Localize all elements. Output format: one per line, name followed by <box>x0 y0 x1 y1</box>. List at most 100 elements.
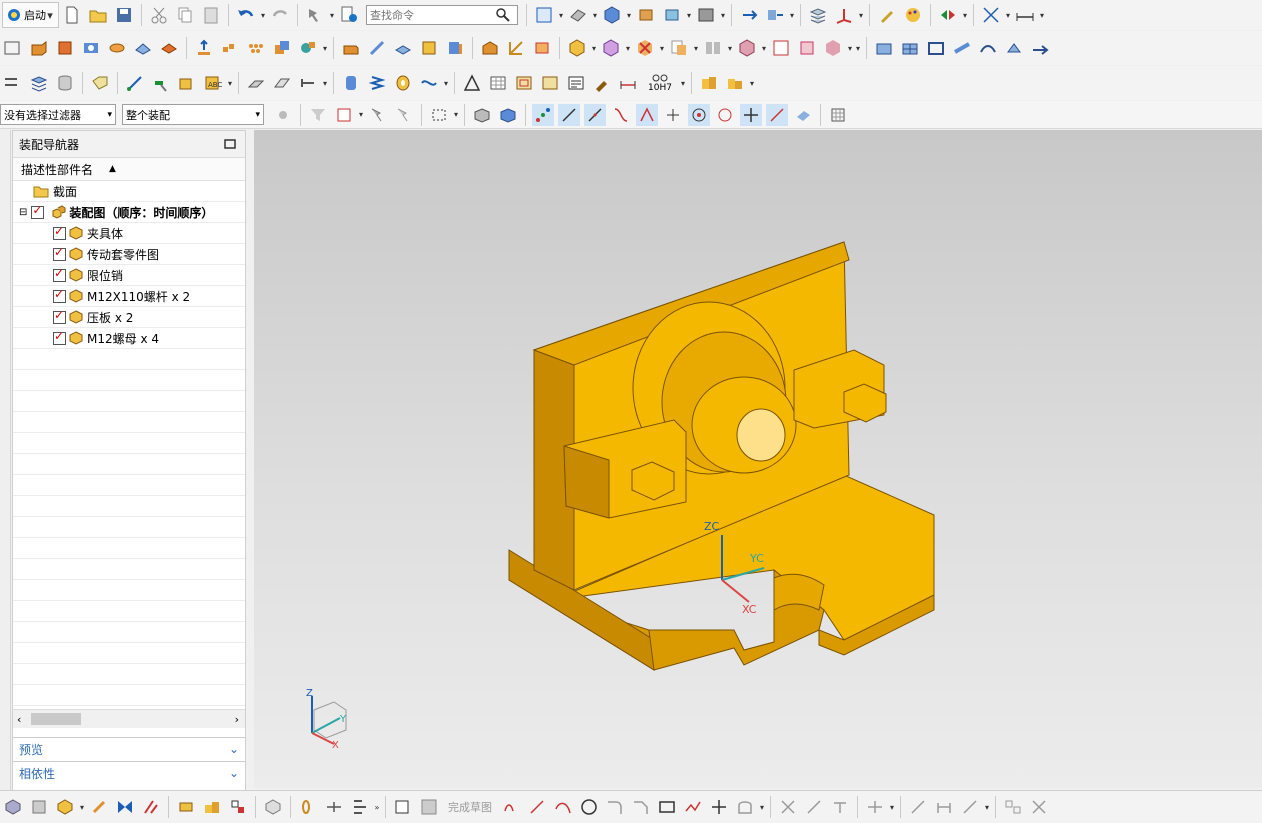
tree-row-child[interactable]: M12X110螺杆 x 2 <box>13 286 245 307</box>
snap-tangent-icon[interactable] <box>662 104 684 126</box>
finish-sketch-icon[interactable] <box>418 796 440 818</box>
chamfer-icon[interactable] <box>366 37 388 59</box>
line-icon[interactable] <box>526 796 548 818</box>
tree-row-child[interactable]: M12螺母 x 4 <box>13 328 245 349</box>
redo-icon[interactable] <box>269 4 291 26</box>
mirror-assembly-icon[interactable] <box>702 37 724 59</box>
chevron-down-icon[interactable]: ▾ <box>590 44 598 53</box>
snap-endpoint-icon[interactable] <box>558 103 580 126</box>
chevron-down-icon[interactable]: ▾ <box>788 11 796 20</box>
chevron-down-icon[interactable]: ▾ <box>1004 11 1012 20</box>
automatic-constraint-icon[interactable] <box>1002 796 1024 818</box>
show-constraints-icon[interactable] <box>959 796 981 818</box>
select-feature-icon[interactable] <box>333 104 355 126</box>
shell-icon[interactable] <box>392 37 414 59</box>
graphics-window[interactable]: ZC YC XC Z Y X <box>254 130 1262 788</box>
pad-icon[interactable] <box>158 37 180 59</box>
circle-icon[interactable] <box>578 796 600 818</box>
chevron-down-icon[interactable]: ▾ <box>357 110 365 119</box>
offset-curve-icon[interactable] <box>734 796 756 818</box>
scrollbar-thumb[interactable] <box>31 713 81 725</box>
visibility-checkbox[interactable] <box>53 266 66 282</box>
show-hide-icon[interactable] <box>937 4 959 26</box>
clip-section-icon[interactable] <box>661 4 683 26</box>
tag-icon[interactable] <box>89 72 111 94</box>
column-header[interactable]: 描述性部件名 ▲ <box>13 158 245 181</box>
offset-face-icon[interactable] <box>444 37 466 59</box>
subtract-icon[interactable] <box>297 37 319 59</box>
snap-on-face-icon[interactable] <box>792 104 814 126</box>
scroll-left-icon[interactable]: ‹ <box>17 713 21 726</box>
parts-family-icon[interactable] <box>724 72 746 94</box>
chevron-down-icon[interactable]: ▾ <box>442 79 450 88</box>
assembly-constraint-icon[interactable] <box>764 4 786 26</box>
open-folder-icon[interactable] <box>87 4 109 26</box>
chevron-down-icon[interactable]: ▾ <box>452 110 460 119</box>
unite-icon[interactable] <box>271 37 293 59</box>
edit-object-display-icon[interactable] <box>876 4 898 26</box>
visibility-checkbox[interactable] <box>53 329 66 345</box>
mesh-surface-icon[interactable] <box>899 37 921 59</box>
snap-intersection-icon[interactable] <box>636 103 658 126</box>
chevron-down-icon[interactable]: ▾ <box>78 803 86 812</box>
edge-blend-icon[interactable] <box>340 37 362 59</box>
analysis-icon[interactable] <box>980 4 1002 26</box>
tolerance-fit-icon[interactable]: 10H7 <box>643 72 677 94</box>
snap-curve-icon[interactable] <box>610 104 632 126</box>
table-icon[interactable] <box>487 72 509 94</box>
chevron-down-icon[interactable]: ▾ <box>961 11 969 20</box>
fit-view-icon[interactable] <box>533 4 555 26</box>
pattern-icon[interactable] <box>227 796 249 818</box>
sketch-icon[interactable] <box>2 37 24 59</box>
assembly-view-icon[interactable] <box>2 796 24 818</box>
component-load-icon[interactable] <box>28 796 50 818</box>
emboss-icon[interactable] <box>193 37 215 59</box>
horizontal-scrollbar[interactable]: ‹ › <box>13 709 245 728</box>
chevron-down-icon[interactable]: ▾ <box>658 44 666 53</box>
triangle-icon[interactable] <box>461 72 483 94</box>
chevron-down-icon[interactable]: ▾ <box>259 11 267 20</box>
add-component-icon[interactable] <box>566 37 588 59</box>
chevron-down-icon[interactable]: ▾ <box>328 11 336 20</box>
explode-view-icon[interactable] <box>736 37 758 59</box>
trim-sheet-icon[interactable] <box>977 37 999 59</box>
save-icon[interactable] <box>113 4 135 26</box>
visibility-checkbox[interactable] <box>53 224 66 240</box>
point-icon[interactable] <box>708 796 730 818</box>
background-icon[interactable] <box>695 4 717 26</box>
pattern-component-icon[interactable] <box>822 37 844 59</box>
visibility-checkbox[interactable] <box>53 308 66 324</box>
geometric-constraint-icon[interactable] <box>907 796 929 818</box>
chevron-down-icon[interactable]: ▾ <box>591 11 599 20</box>
more-icon[interactable]: » <box>373 803 381 812</box>
chevron-down-icon[interactable]: ▾ <box>760 44 768 53</box>
text-tool-icon[interactable]: ABC <box>202 72 224 94</box>
new-file-icon[interactable] <box>61 4 83 26</box>
command-search[interactable] <box>366 5 518 25</box>
chevron-down-icon[interactable]: ▾ <box>692 44 700 53</box>
reposition-icon[interactable] <box>88 796 110 818</box>
extend-curve-icon[interactable] <box>803 796 825 818</box>
snap-point-icon[interactable] <box>532 103 554 126</box>
drawing-sheet-icon[interactable] <box>539 72 561 94</box>
sort-ascending-icon[interactable]: ▲ <box>109 164 116 174</box>
arc-icon[interactable] <box>552 796 574 818</box>
visibility-checkbox[interactable] <box>53 245 66 261</box>
mate-icon[interactable] <box>114 796 136 818</box>
preview-panel-header[interactable]: 预览 ⌄ <box>13 737 245 760</box>
select-body-cube-icon[interactable] <box>471 104 493 126</box>
dimension-constraint-icon[interactable] <box>933 796 955 818</box>
wcs-icon[interactable] <box>833 4 855 26</box>
chevron-down-icon[interactable]: ▾ <box>719 11 727 20</box>
add-constraint-icon[interactable] <box>54 796 76 818</box>
sweep-icon[interactable] <box>245 72 267 94</box>
chevron-down-icon[interactable]: ▾ <box>226 79 234 88</box>
thread-icon[interactable] <box>297 72 319 94</box>
layer-settings-icon[interactable] <box>807 4 829 26</box>
chevron-down-icon[interactable]: ▾ <box>1038 11 1046 20</box>
tree-row-child[interactable]: 压板 x 2 <box>13 307 245 328</box>
hole-icon[interactable] <box>80 37 102 59</box>
search-icon[interactable] <box>495 7 511 23</box>
chevron-down-icon[interactable]: ▾ <box>321 79 329 88</box>
chevron-down-icon[interactable]: ▾ <box>679 79 687 88</box>
